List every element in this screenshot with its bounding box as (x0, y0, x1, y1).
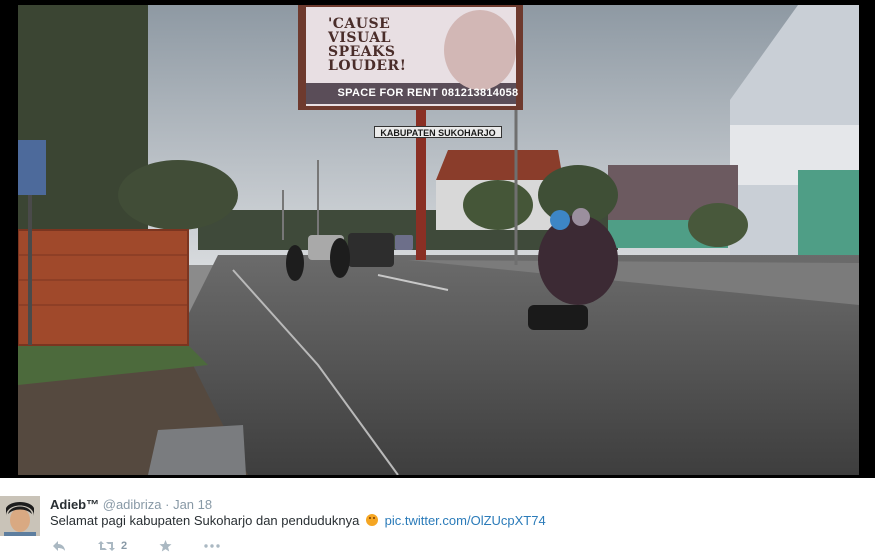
street-sign: KABUPATEN SUKOHARJO (374, 126, 502, 138)
tweet-body: Selamat pagi kabupaten Sukoharjo dan pen… (50, 513, 360, 528)
tweet-actions: 2 (52, 539, 252, 553)
reply-icon (53, 541, 65, 551)
retweet-button[interactable]: 2 (98, 540, 127, 552)
favorite-button[interactable] (159, 540, 172, 552)
avatar[interactable] (0, 496, 40, 536)
billboard-line: 'CAUSE (328, 16, 391, 32)
tweet-photo[interactable]: 'CAUSE VISUAL SPEAKS LOUDER! SPACE FOR R… (18, 5, 859, 475)
author-handle[interactable]: @adibriza (103, 497, 162, 512)
avatar-image (0, 496, 40, 536)
separator: · (165, 497, 170, 512)
tweet: Adieb™ @adibriza · Jan 18 Selamat pagi k… (0, 478, 875, 560)
street-scene-image (18, 5, 859, 475)
author-name[interactable]: Adieb™ (50, 497, 99, 512)
tweet-image-link[interactable]: pic.twitter.com/OlZUcpXT74 (385, 513, 546, 528)
tweet-text: Selamat pagi kabupaten Sukoharjo dan pen… (50, 513, 546, 528)
star-icon (159, 540, 172, 552)
billboard-line: LOUDER! (328, 58, 407, 74)
more-icon (204, 544, 220, 548)
retweet-icon (98, 541, 115, 551)
billboard-rent-text: SPACE FOR RENT 081213814058 (337, 87, 519, 99)
smiley-emoji-icon (365, 514, 378, 526)
retweet-count: 2 (121, 540, 128, 552)
reply-button[interactable] (52, 540, 66, 552)
billboard-line: VISUAL (328, 30, 392, 46)
billboard-slogan: 'CAUSE VISUAL SPEAKS LOUDER! (328, 17, 528, 73)
more-button[interactable] (204, 544, 220, 548)
tweet-header: Adieb™ @adibriza · Jan 18 (50, 497, 212, 512)
photo-frame: 'CAUSE VISUAL SPEAKS LOUDER! SPACE FOR R… (0, 0, 875, 478)
billboard-line: SPEAKS (328, 44, 396, 60)
timestamp[interactable]: Jan 18 (173, 497, 212, 512)
